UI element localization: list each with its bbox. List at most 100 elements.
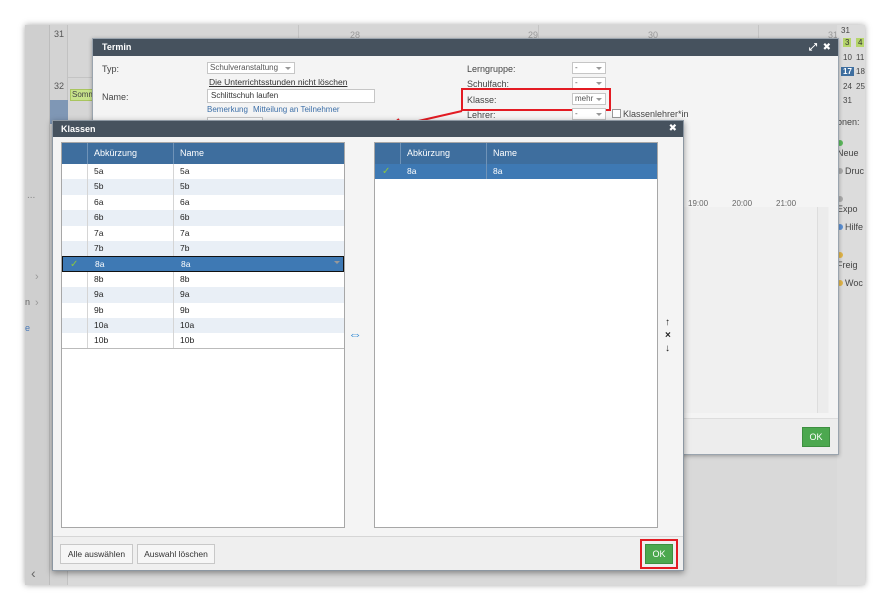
table-row-selected[interactable]: ✓ 8a 8a <box>62 256 344 272</box>
column-header-abkuerzung[interactable]: Abkürzung <box>94 143 137 164</box>
remove-icon[interactable]: × <box>665 330 671 341</box>
table-row[interactable]: 6b 6b <box>62 210 344 226</box>
right-panel-item-export[interactable]: Expo <box>837 194 865 214</box>
chevron-left-icon[interactable]: ‹ <box>31 565 36 581</box>
check-icon: ✓ <box>382 166 391 177</box>
mini-cal-day[interactable]: 31 <box>843 96 852 105</box>
cell-name: 5b <box>180 181 190 192</box>
cell-name: 10b <box>180 335 195 346</box>
left-sidebar: ... › › n e ‹ <box>25 25 50 585</box>
cell-name: 9b <box>180 304 190 315</box>
right-panel <box>837 25 865 585</box>
mini-cal-day[interactable]: 3 <box>843 38 852 47</box>
close-icon[interactable]: ✖ <box>669 121 677 137</box>
maximize-icon[interactable]: ⤢ <box>809 42 817 53</box>
cell-abk: 8a <box>407 166 417 176</box>
chevron-right-icon[interactable]: › <box>35 297 39 309</box>
lerngruppe-select[interactable]: - <box>572 62 606 74</box>
right-panel-item-label: Hilfe <box>845 222 864 232</box>
right-panel-item-label: Druc <box>845 166 865 176</box>
cell-abk: 5b <box>94 181 104 192</box>
klassen-dialog: Klassen ✖ Abkürzung Name 5a 5a 5b 5b 6a 6a … <box>52 120 684 571</box>
right-panel-item-druck[interactable]: Druc <box>837 166 864 176</box>
cell-name: 10a <box>180 319 195 330</box>
cell-name: 8a <box>181 259 191 270</box>
right-panel-item-woche[interactable]: Woc <box>837 278 863 288</box>
lehrer-label: Lehrer: <box>467 110 496 120</box>
week-number: 31 <box>54 29 65 39</box>
column-header-abkuerzung[interactable]: Abkürzung <box>407 143 450 164</box>
lerngruppe-label: Lerngruppe: <box>467 64 516 74</box>
cell-abk: 10b <box>94 335 109 346</box>
move-up-icon[interactable]: ↑ <box>665 317 670 328</box>
table-row[interactable]: 6a 6a <box>62 194 344 211</box>
mini-cal-day[interactable]: 10 <box>843 53 852 62</box>
sidebar-text-n: n <box>25 297 31 307</box>
column-header-name[interactable]: Name <box>493 143 517 164</box>
cell-name: 6a <box>180 196 190 207</box>
right-panel-item-hilfe[interactable]: Hilfe <box>837 222 863 232</box>
termin-dialog-title: Termin <box>102 42 132 52</box>
table-row[interactable]: 9a 9a <box>62 287 344 303</box>
klassenlehrer-checkbox[interactable] <box>612 109 621 118</box>
termin-dialog-header: Termin ⤢ ✖ <box>93 39 838 56</box>
lehrer-select[interactable]: - <box>572 108 606 120</box>
klassen-dialog-header: Klassen ✖ <box>53 121 683 137</box>
clear-selection-button[interactable]: Auswahl löschen <box>137 544 215 564</box>
mini-cal-day[interactable]: 25 <box>856 82 865 91</box>
column-header-name[interactable]: Name <box>180 143 204 164</box>
mini-cal-day[interactable]: 18 <box>856 67 865 76</box>
table-row[interactable]: 8b 8b <box>62 271 344 288</box>
table-row[interactable]: 5b 5b <box>62 179 344 195</box>
mini-cal-day[interactable]: 11 <box>856 53 864 62</box>
cell-abk: 7b <box>94 242 104 253</box>
mitteilung-link[interactable]: Mitteilung an Teilnehmer <box>253 105 340 114</box>
right-panel-item-label: Woc <box>845 278 863 288</box>
app-window: ... › › n e ‹ 31 32 28 29 30 31 Somm 31 … <box>25 25 865 585</box>
termin-ok-button[interactable]: OK <box>802 427 830 447</box>
mini-cal-day[interactable]: 4 <box>856 38 865 47</box>
table-row[interactable]: 7a 7a <box>62 225 344 241</box>
right-panel-item-neu[interactable]: Neue <box>837 138 865 158</box>
cell-name: 5a <box>180 166 190 176</box>
available-classes-grid: Abkürzung Name 5a 5a 5b 5b 6a 6a 6b 6b 7a 7a … <box>61 142 345 528</box>
grid-header: Abkürzung Name <box>62 143 344 164</box>
cell-abk: 10a <box>94 319 109 330</box>
mini-cal-day[interactable]: 24 <box>843 82 852 91</box>
table-row-selected[interactable]: ✓ 8a 8a <box>375 164 657 180</box>
right-panel-item-label: Neue <box>837 148 859 158</box>
cell-name: 9a <box>180 289 190 300</box>
klassen-dialog-title: Klassen <box>61 124 96 134</box>
cell-abk: 9b <box>94 304 104 315</box>
name-input[interactable]: Schlittschuh laufen <box>207 89 375 103</box>
right-panel-title: onen: <box>837 117 860 127</box>
vertical-scrollbar[interactable] <box>817 207 828 413</box>
delete-lessons-link[interactable]: Die Unterrichtsstunden nicht löschen <box>209 77 347 87</box>
table-row[interactable]: 7b 7b <box>62 240 344 257</box>
typ-label: Typ: <box>102 64 120 74</box>
name-label: Name: <box>102 92 129 102</box>
table-row[interactable]: 10b 10b <box>62 333 344 349</box>
select-all-button[interactable]: Alle auswählen <box>60 544 133 564</box>
mini-cal-today[interactable]: 17 <box>841 67 854 76</box>
menu-dots-icon[interactable]: ... <box>27 190 35 201</box>
move-down-icon[interactable]: ↓ <box>665 343 670 354</box>
cell-name: 7b <box>180 242 190 253</box>
typ-select[interactable]: Schulveranstaltung <box>207 62 295 74</box>
grid-header: Abkürzung Name <box>375 143 657 164</box>
right-panel-item-freigabe[interactable]: Freig <box>837 250 865 270</box>
cell-abk: 7a <box>94 227 104 238</box>
cell-abk: 6b <box>94 212 104 223</box>
transfer-arrows-icon[interactable]: ⇔ <box>348 326 362 342</box>
cell-abk: 9a <box>94 289 104 300</box>
cell-name: 6b <box>180 212 190 223</box>
cell-abk: 6a <box>94 196 104 207</box>
cell-name: 8a <box>493 166 503 176</box>
table-row[interactable]: 10a 10a <box>62 317 344 334</box>
table-row[interactable]: 9b 9b <box>62 302 344 318</box>
bemerkung-link[interactable]: Bemerkung <box>207 105 248 114</box>
chevron-right-icon[interactable]: › <box>35 271 39 283</box>
table-row[interactable]: 5a 5a <box>62 164 344 180</box>
close-icon[interactable]: ✖ <box>823 42 831 53</box>
sidebar-text-e: e <box>25 323 31 333</box>
